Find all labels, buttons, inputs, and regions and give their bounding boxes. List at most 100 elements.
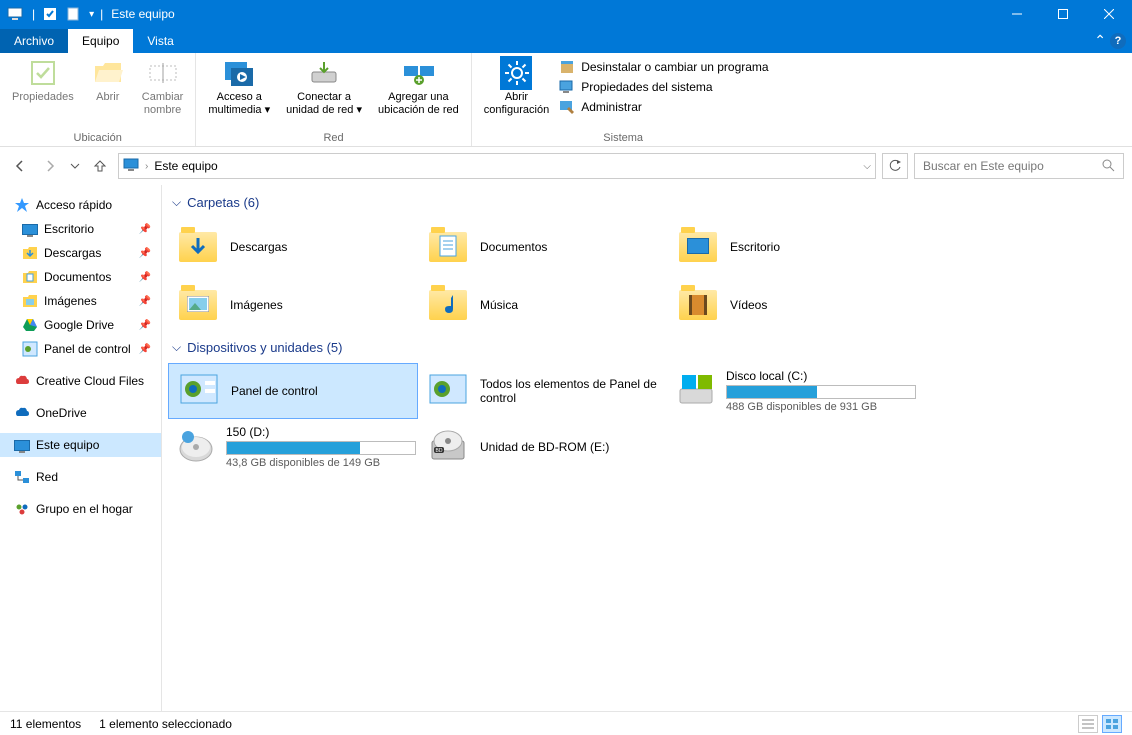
qat-divider: |	[32, 7, 35, 21]
refresh-button[interactable]	[882, 153, 908, 179]
nav-forward-button[interactable]	[38, 154, 62, 178]
ribbon-cambiar-nombre[interactable]: Cambiar nombre	[136, 55, 190, 132]
maximize-button[interactable]	[1040, 0, 1086, 28]
close-button[interactable]	[1086, 0, 1132, 28]
svg-text:BD: BD	[436, 448, 443, 454]
creative-cloud-icon	[14, 373, 30, 389]
folder-videos[interactable]: Vídeos	[668, 276, 918, 334]
search-box[interactable]: Buscar en Este equipo	[914, 153, 1124, 179]
qat-new-icon[interactable]	[63, 3, 85, 25]
navigation-pane: Acceso rápido Escritorio📌 Descargas📌 Doc…	[0, 185, 162, 711]
chevron-right-icon: ›	[145, 161, 148, 172]
ribbon: Propiedades Abrir Cambiar nombre Ubicaci…	[0, 53, 1132, 147]
pc-icon	[14, 437, 30, 453]
drive-disco-c[interactable]: Disco local (C:) 488 GB disponibles de 9…	[668, 363, 918, 419]
pin-icon: 📌	[139, 272, 151, 283]
qat-divider-2: |	[100, 7, 103, 21]
status-selected: 1 elemento seleccionado	[99, 717, 232, 731]
network-icon	[14, 469, 30, 485]
ribbon-agregar-ubicacion[interactable]: Agregar una ubicación de red	[372, 55, 465, 132]
section-carpetas-header[interactable]: ⌵ Carpetas (6)	[168, 195, 1126, 210]
sidebar-item-documentos[interactable]: Documentos📌	[0, 265, 161, 289]
view-details-button[interactable]	[1078, 715, 1098, 733]
sidebar-item-escritorio[interactable]: Escritorio📌	[0, 217, 161, 241]
folder-imagenes[interactable]: Imágenes	[168, 276, 418, 334]
ribbon-desinstalar[interactable]: Desinstalar o cambiar un programa	[559, 59, 768, 75]
chevron-down-icon: ▾	[356, 104, 362, 116]
ribbon-abrir-config[interactable]: Abrir configuración	[478, 55, 555, 132]
add-location-icon	[402, 57, 434, 89]
drive-bdrom[interactable]: BD Unidad de BD-ROM (E:)	[418, 419, 668, 475]
star-icon	[14, 197, 30, 213]
ribbon-group-sistema-label: Sistema	[478, 132, 769, 146]
rename-icon	[147, 57, 179, 89]
map-drive-icon	[308, 57, 340, 89]
nav-back-button[interactable]	[8, 154, 32, 178]
manage-icon	[559, 99, 575, 115]
ribbon-conectar-unidad[interactable]: Conectar a unidad de red ▾	[280, 55, 368, 132]
videos-folder-icon	[676, 283, 720, 327]
qat-properties-icon[interactable]	[39, 3, 61, 25]
ribbon-abrir[interactable]: Abrir	[84, 55, 132, 132]
chevron-down-icon: ⌵	[172, 195, 181, 210]
folder-escritorio[interactable]: Escritorio	[668, 218, 918, 276]
ribbon-propiedades-sistema[interactable]: Propiedades del sistema	[559, 79, 768, 95]
window-title: Este equipo	[111, 7, 174, 21]
app-icon	[4, 3, 26, 25]
sidebar-item-imagenes[interactable]: Imágenes📌	[0, 289, 161, 313]
sidebar-grupo-hogar[interactable]: Grupo en el hogar	[0, 497, 161, 521]
view-icons-button[interactable]	[1102, 715, 1122, 733]
address-bar-row: › Este equipo ⌵ Buscar en Este equipo	[0, 147, 1132, 185]
sidebar-item-descargas[interactable]: Descargas📌	[0, 241, 161, 265]
sidebar-item-google-drive[interactable]: Google Drive📌	[0, 313, 161, 337]
help-icon[interactable]: ?	[1110, 33, 1126, 49]
ribbon-collapse-icon[interactable]: ⌃	[1094, 32, 1106, 49]
qat-dropdown-icon[interactable]: ▾	[89, 9, 94, 20]
nav-history-dropdown[interactable]	[68, 154, 82, 178]
control-panel-icon	[177, 369, 221, 413]
tab-equipo[interactable]: Equipo	[68, 29, 133, 53]
bdrom-icon: BD	[426, 425, 470, 469]
sidebar-red[interactable]: Red	[0, 465, 161, 489]
sidebar-quick-access[interactable]: Acceso rápido	[0, 193, 161, 217]
drive-disco-d[interactable]: 150 (D:) 43,8 GB disponibles de 149 GB	[168, 419, 418, 475]
sidebar-este-equipo[interactable]: Este equipo	[0, 433, 161, 457]
tab-archivo[interactable]: Archivo	[0, 29, 68, 53]
sidebar-creative-cloud[interactable]: Creative Cloud Files	[0, 369, 161, 393]
pin-icon: 📌	[139, 344, 151, 355]
pc-icon	[123, 157, 139, 176]
address-dropdown-icon[interactable]: ⌵	[863, 161, 871, 172]
sidebar-onedrive[interactable]: OneDrive	[0, 401, 161, 425]
control-panel-icon	[426, 369, 470, 413]
pin-icon: 📌	[139, 296, 151, 307]
ribbon-administrar[interactable]: Administrar	[559, 99, 768, 115]
folder-documentos[interactable]: Documentos	[418, 218, 668, 276]
ribbon-acceso-multimedia[interactable]: Acceso a multimedia ▾	[202, 55, 276, 132]
tab-vista[interactable]: Vista	[133, 29, 187, 53]
sidebar-item-panel-control[interactable]: Panel de control📌	[0, 337, 161, 361]
drive-todos-elementos[interactable]: Todos los elementos de Panel de control	[418, 363, 668, 419]
ribbon-group-ubicacion-label: Ubicación	[6, 132, 189, 146]
gdrive-icon	[22, 317, 38, 333]
pin-icon: 📌	[139, 320, 151, 331]
breadcrumb[interactable]: Este equipo	[154, 159, 217, 173]
disk-icon	[176, 425, 216, 469]
folder-descargas[interactable]: Descargas	[168, 218, 418, 276]
ribbon-propiedades[interactable]: Propiedades	[6, 55, 80, 132]
onedrive-icon	[14, 405, 30, 421]
chevron-down-icon: ▾	[265, 104, 271, 116]
minimize-button[interactable]	[994, 0, 1040, 28]
address-bar[interactable]: › Este equipo ⌵	[118, 153, 876, 179]
folder-musica[interactable]: Música	[418, 276, 668, 334]
section-dispositivos-header[interactable]: ⌵ Dispositivos y unidades (5)	[168, 340, 1126, 355]
desktop-icon	[22, 221, 38, 237]
downloads-icon	[22, 245, 38, 261]
ribbon-group-red-label: Red	[202, 132, 464, 146]
drive-panel-control[interactable]: Panel de control	[168, 363, 418, 419]
pin-icon: 📌	[139, 224, 151, 235]
folders-grid: Descargas Documentos Escritorio Imágenes…	[168, 218, 1126, 334]
properties-icon	[27, 57, 59, 89]
nav-up-button[interactable]	[88, 154, 112, 178]
usage-bar	[226, 441, 416, 455]
control-panel-icon	[22, 341, 38, 357]
